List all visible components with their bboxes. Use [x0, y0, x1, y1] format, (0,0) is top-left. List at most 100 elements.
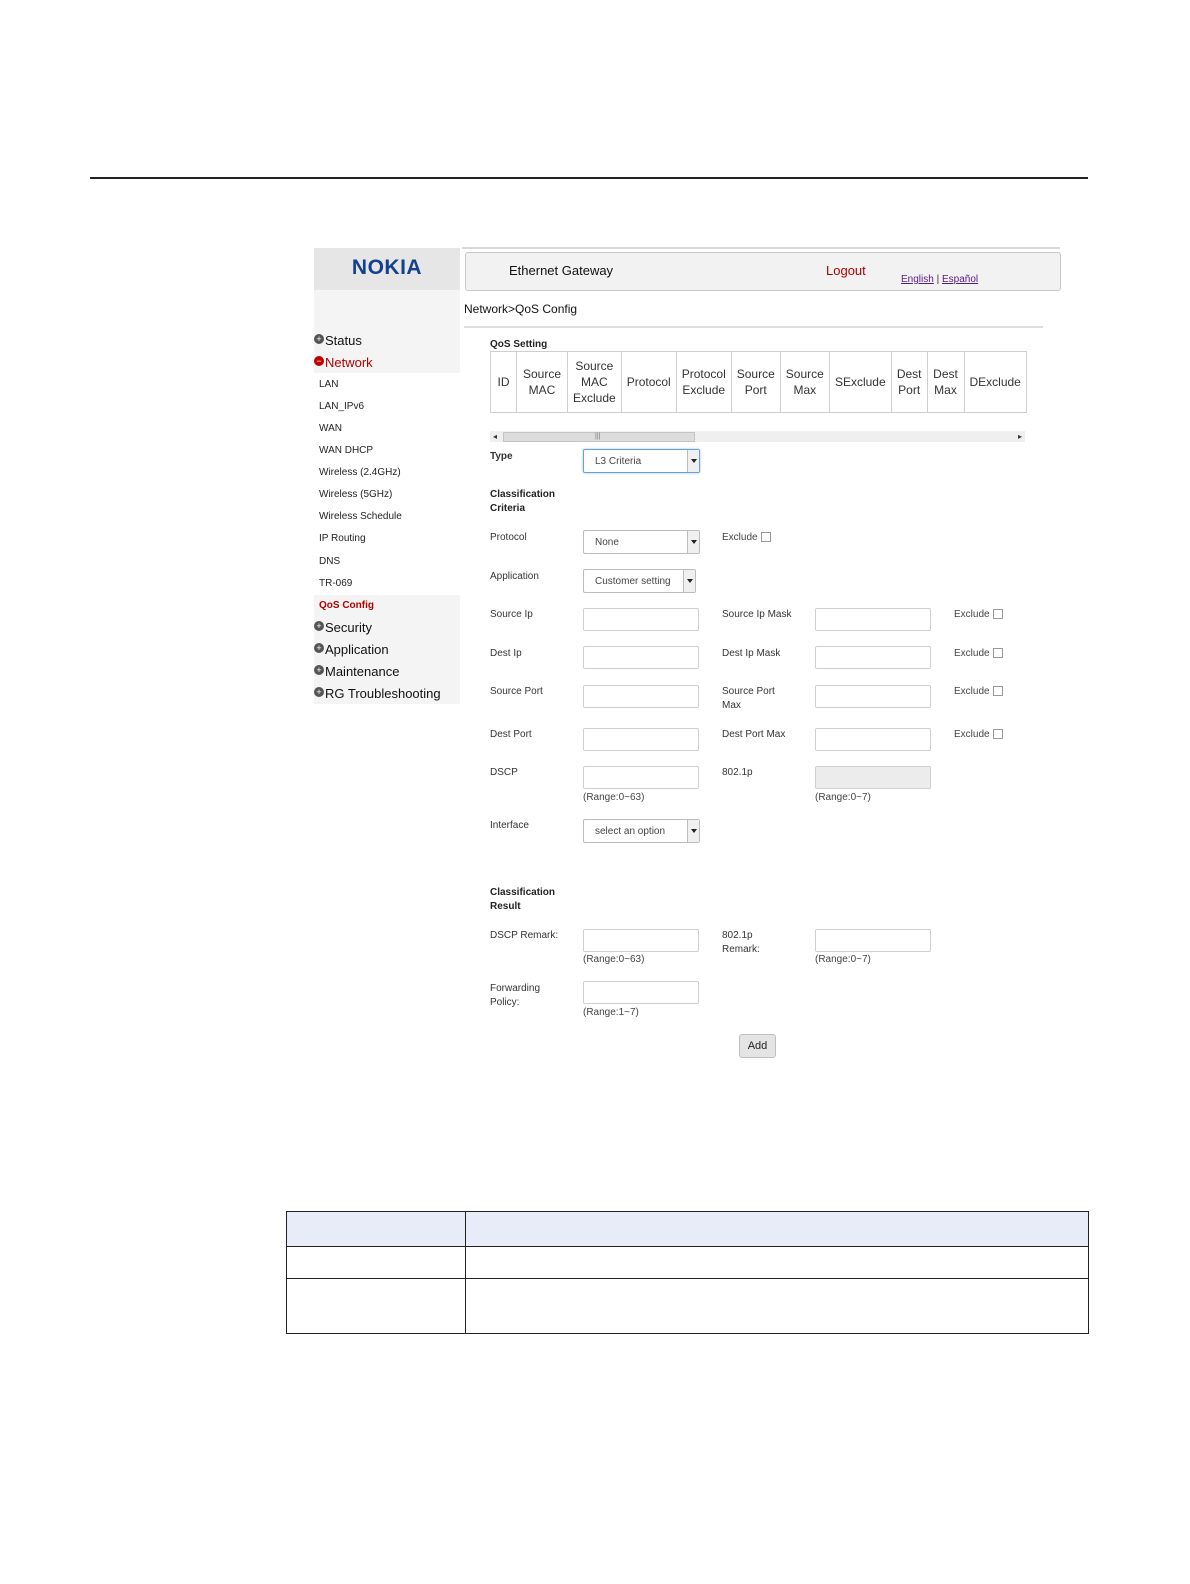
source-port-max-label: Source Port Max: [722, 686, 775, 711]
sidebar-item-maintenance[interactable]: + Maintenance: [314, 664, 399, 679]
exclude-label: Exclude: [954, 648, 990, 659]
sidebar-subitem-tr069[interactable]: TR-069: [319, 578, 352, 589]
dest-port-max-label: Dest Port Max: [722, 729, 786, 740]
classification-result-title: Classification Result: [490, 887, 556, 912]
sidebar-subitem-lan-ipv6[interactable]: LAN_IPv6: [319, 401, 364, 412]
dest-ip-mask-label: Dest Ip Mask: [722, 648, 781, 659]
dscp-remark-label: DSCP Remark:: [490, 930, 559, 941]
scroll-right-icon[interactable]: ▸: [1018, 431, 1022, 442]
type-select[interactable]: L3 Criteria: [583, 449, 700, 473]
qos-rules-table: ID Source MAC Source MAC Exclude Protoco…: [490, 351, 1027, 413]
sidebar-item-label: Maintenance: [325, 664, 400, 679]
dest-ip-mask-input[interactable]: [815, 646, 931, 669]
sidebar-subitem-wireless-5[interactable]: Wireless (5GHz): [319, 489, 392, 500]
dscp-remark-range-hint: (Range:0~63): [583, 954, 645, 965]
application-select[interactable]: Customer setting: [583, 569, 696, 593]
chevron-down-icon: [683, 570, 695, 592]
sidebar-subitem-ip-routing[interactable]: IP Routing: [319, 533, 366, 544]
source-ip-mask-input[interactable]: [815, 608, 931, 631]
source-ip-input[interactable]: [583, 608, 699, 631]
dest-port-exclude-checkbox[interactable]: [992, 729, 1003, 740]
protocol-select[interactable]: None: [583, 530, 700, 554]
sidebar-subitem-wireless-schedule[interactable]: Wireless Schedule: [319, 511, 402, 522]
column-header-source-max: Source Max: [779, 351, 830, 413]
application-select-value: Customer setting: [595, 576, 671, 587]
sidebar-item-rg-troubleshooting[interactable]: + RG Troubleshooting: [314, 686, 441, 701]
scrollbar-grip-icon: |||: [595, 433, 601, 440]
dscp-input[interactable]: [583, 766, 699, 789]
source-port-exclude: Exclude: [954, 686, 1003, 697]
chevron-down-icon: [687, 450, 699, 472]
sidebar-subitem-wan[interactable]: WAN: [319, 423, 342, 434]
table-cell: [286, 1246, 466, 1279]
page-top-rule: [90, 177, 1088, 179]
dest-ip-input[interactable]: [583, 646, 699, 669]
protocol-exclude-checkbox[interactable]: [760, 532, 771, 543]
protocol-label: Protocol: [490, 532, 527, 543]
plus-circle-icon: +: [314, 687, 324, 697]
source-port-input[interactable]: [583, 685, 699, 708]
language-separator: |: [936, 274, 940, 285]
source-ip-exclude: Exclude: [954, 609, 1003, 620]
forwarding-policy-input[interactable]: [583, 981, 699, 1004]
sidebar-subitem-dns[interactable]: DNS: [319, 556, 340, 567]
dest-ip-exclude-checkbox[interactable]: [992, 648, 1003, 659]
dest-ip-label: Dest Ip: [490, 648, 522, 659]
source-port-label: Source Port: [490, 686, 543, 697]
dscp-range-hint: (Range:0~63): [583, 792, 645, 803]
table-row: [286, 1246, 1089, 1279]
source-ip-exclude-checkbox[interactable]: [992, 609, 1003, 620]
classification-criteria-title: Classification Criteria: [490, 489, 556, 514]
sidebar-item-security[interactable]: + Security: [314, 620, 372, 635]
dscp-remark-input[interactable]: [583, 929, 699, 952]
header-top-line: [462, 247, 1060, 249]
column-header-protocol-exclude: Protocol Exclude: [675, 351, 732, 413]
interface-label: Interface: [490, 820, 529, 831]
column-header-source-mac: Source MAC: [516, 351, 568, 413]
sidebar-item-label: RG Troubleshooting: [325, 686, 441, 701]
sidebar-subitem-wireless-24[interactable]: Wireless (2.4GHz): [319, 467, 401, 478]
8021p-remark-input[interactable]: [815, 929, 931, 952]
8021p-label: 802.1p: [722, 767, 753, 778]
8021p-range-hint: (Range:0~7): [815, 792, 871, 803]
dest-ip-exclude: Exclude: [954, 648, 1003, 659]
sidebar-item-label: Network: [325, 355, 373, 370]
column-header-sexclude: SExclude: [828, 351, 892, 413]
parameter-description-table: [286, 1211, 1089, 1334]
column-header-dest-max: Dest Max: [926, 351, 965, 413]
dest-port-input[interactable]: [583, 728, 699, 751]
8021p-remark-label: 802.1p Remark:: [722, 930, 760, 955]
exclude-label: Exclude: [954, 686, 990, 697]
language-english-link[interactable]: English: [901, 274, 934, 285]
sidebar-item-status[interactable]: + Status: [314, 333, 362, 348]
plus-circle-icon: +: [314, 643, 324, 653]
logout-link[interactable]: Logout: [826, 263, 866, 278]
sidebar-subitem-wan-dhcp[interactable]: WAN DHCP: [319, 445, 373, 456]
column-header-id: ID: [490, 351, 517, 413]
column-header-dest-port: Dest Port: [890, 351, 928, 413]
table-row: [286, 1278, 1089, 1334]
table-horizontal-scrollbar[interactable]: ◂ ||| ▸: [490, 431, 1025, 442]
column-header-source-mac-exclude: Source MAC Exclude: [567, 351, 622, 413]
qos-setting-title: QoS Setting: [490, 339, 548, 350]
interface-select-value: select an option: [595, 826, 666, 837]
sidebar-item-network[interactable]: − Network: [314, 355, 373, 370]
protocol-select-value: None: [595, 537, 619, 548]
scroll-left-icon[interactable]: ◂: [493, 431, 497, 442]
source-port-max-input[interactable]: [815, 685, 931, 708]
language-spanish-link[interactable]: Español: [942, 274, 978, 285]
8021p-input: [815, 766, 931, 789]
table-cell: [286, 1278, 466, 1334]
plus-circle-icon: +: [314, 665, 324, 675]
breadcrumb-divider: [464, 326, 1043, 328]
sidebar-item-application[interactable]: + Application: [314, 642, 389, 657]
sidebar-subitem-lan[interactable]: LAN: [319, 379, 338, 390]
minus-circle-icon: −: [314, 356, 324, 366]
exclude-label: Exclude: [954, 729, 990, 740]
sidebar-subitem-qos-config[interactable]: QoS Config: [319, 600, 374, 611]
doc-table-header-cell: [286, 1211, 466, 1247]
interface-select[interactable]: select an option: [583, 819, 700, 843]
dest-port-max-input[interactable]: [815, 728, 931, 751]
add-button[interactable]: Add: [739, 1034, 776, 1058]
source-port-exclude-checkbox[interactable]: [992, 686, 1003, 697]
